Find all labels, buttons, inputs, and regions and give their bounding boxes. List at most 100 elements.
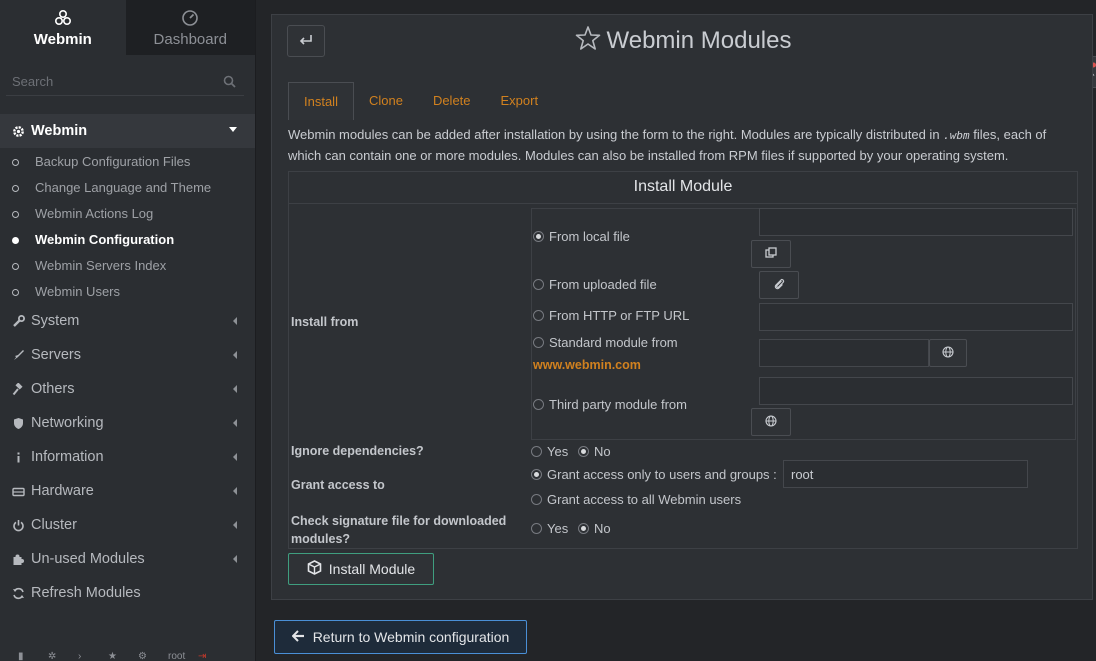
nav-category-label: Webmin — [31, 123, 88, 139]
gear-icon — [10, 123, 26, 139]
toolbar-star-icon[interactable]: ★ — [108, 651, 132, 661]
http-url-input[interactable] — [759, 303, 1073, 331]
chevron-left-icon — [233, 317, 237, 325]
webmin-com-link[interactable]: www.webmin.com — [533, 358, 641, 372]
back-button[interactable] — [287, 25, 325, 57]
search-input[interactable] — [6, 68, 244, 94]
gavel-icon — [10, 381, 26, 397]
tab-install[interactable]: Install — [288, 82, 354, 120]
third-party-browse-button[interactable] — [751, 408, 791, 436]
nav-category-unused-modules[interactable]: Un-used Modules — [0, 542, 255, 576]
sidebar-item-webmin-configuration[interactable]: Webmin Configuration — [0, 226, 255, 252]
radio-circle[interactable] — [578, 523, 589, 534]
nav-category-label: Hardware — [31, 483, 94, 499]
brand-tabs: Webmin Dashboard — [0, 0, 255, 55]
browse-local-file-button[interactable] — [751, 240, 791, 268]
radio-circle[interactable] — [531, 494, 542, 505]
star-icon[interactable] — [575, 25, 601, 60]
sidebar-item-backup-config[interactable]: Backup Configuration Files — [0, 148, 255, 174]
option-label: From HTTP or FTP URL — [549, 308, 690, 323]
wrench-icon — [10, 313, 26, 329]
radio-grant-all[interactable]: Grant access to all Webmin users — [531, 492, 741, 507]
radio-from-local-file[interactable]: From local file — [533, 229, 630, 244]
standard-module-browse-button[interactable] — [929, 339, 967, 367]
page-title-text: Webmin Modules — [606, 27, 792, 54]
radio-circle[interactable] — [533, 279, 544, 290]
tab-delete[interactable]: Delete — [418, 82, 486, 120]
toolbar-chart-icon[interactable]: ▮ — [18, 651, 42, 661]
radio-circle[interactable] — [578, 446, 589, 457]
nav-category-servers[interactable]: Servers — [0, 338, 255, 372]
shield-icon — [10, 415, 26, 431]
nav-category-hardware[interactable]: Hardware — [0, 474, 255, 508]
radio-standard-module[interactable]: Standard module from — [533, 335, 678, 350]
radio-from-http-url[interactable]: From HTTP or FTP URL — [533, 308, 689, 323]
toolbar-logout-icon[interactable]: ⇥ — [198, 651, 222, 661]
radio-circle[interactable] — [533, 399, 544, 410]
toolbar-user[interactable]: root — [168, 651, 192, 661]
paperclip-icon — [773, 277, 785, 293]
nav-refresh-modules[interactable]: Refresh Modules — [0, 576, 255, 610]
nav-category-information[interactable]: Information — [0, 440, 255, 474]
radio-check-sig-no[interactable]: No — [578, 521, 611, 536]
third-party-url-input[interactable] — [759, 377, 1073, 405]
radio-circle[interactable] — [531, 469, 542, 480]
radio-check-sig-yes[interactable]: Yes — [531, 521, 568, 536]
sidebar-item-servers-index[interactable]: Webmin Servers Index — [0, 252, 255, 278]
webmin-logo-icon — [53, 8, 73, 28]
install-source-box: From local file From uploaded file From … — [531, 208, 1076, 440]
nav-category-others[interactable]: Others — [0, 372, 255, 406]
option-label: Third party module from — [549, 397, 687, 412]
search-icon[interactable] — [223, 75, 236, 91]
grant-users-input[interactable] — [783, 460, 1028, 488]
standard-module-input[interactable] — [759, 339, 929, 367]
toolbar-terminal-icon[interactable]: › — [78, 651, 102, 661]
radio-third-party-module[interactable]: Third party module from — [533, 397, 687, 412]
tab-export[interactable]: Export — [486, 82, 554, 120]
option-label: Yes — [547, 444, 569, 459]
toolbar-gears-icon[interactable]: ⚙ — [138, 651, 162, 661]
local-file-input[interactable] — [759, 208, 1073, 236]
cube-icon — [307, 560, 322, 578]
tab-clone[interactable]: Clone — [354, 82, 418, 120]
hdd-icon — [10, 483, 26, 499]
nav-category-webmin[interactable]: Webmin — [0, 114, 255, 148]
radio-circle[interactable] — [533, 310, 544, 321]
option-label: From uploaded file — [549, 277, 657, 292]
description-code: .wbm — [943, 129, 970, 142]
sidebar-item-actions-log[interactable]: Webmin Actions Log — [0, 200, 255, 226]
sidebar-search — [6, 68, 244, 96]
nav-category-cluster[interactable]: Cluster — [0, 508, 255, 542]
nav-category-networking[interactable]: Networking — [0, 406, 255, 440]
tab-dashboard-label: Dashboard — [153, 30, 227, 48]
tab-webmin[interactable]: Webmin — [0, 0, 126, 55]
chevron-left-icon — [233, 487, 237, 495]
toolbar-settings-icon[interactable]: ✲ — [48, 651, 72, 661]
tab-webmin-label: Webmin — [33, 30, 92, 48]
radio-ignore-deps-yes[interactable]: Yes — [531, 444, 568, 459]
radio-ignore-deps-no[interactable]: No — [578, 444, 611, 459]
upload-file-button[interactable] — [759, 271, 799, 299]
sidebar-item-webmin-users[interactable]: Webmin Users — [0, 278, 255, 304]
install-module-button[interactable]: Install Module — [288, 553, 434, 585]
radio-circle[interactable] — [533, 231, 544, 242]
radio-circle[interactable] — [533, 337, 544, 348]
chevron-left-icon — [233, 385, 237, 393]
dashboard-icon — [180, 8, 200, 28]
radio-grant-only[interactable]: Grant access only to users and groups : — [531, 467, 777, 482]
chevron-left-icon — [233, 521, 237, 529]
nav-category-system[interactable]: System — [0, 304, 255, 338]
nav-category-label: Un-used Modules — [31, 551, 145, 567]
option-label: Standard module from — [549, 335, 678, 350]
nav-category-label: Servers — [31, 347, 81, 363]
form-header: Install Module — [289, 172, 1077, 204]
radio-circle[interactable] — [531, 446, 542, 457]
radio-circle[interactable] — [531, 523, 542, 534]
return-arrow-icon — [299, 34, 313, 49]
sidebar-item-change-language[interactable]: Change Language and Theme — [0, 174, 255, 200]
return-to-config-button[interactable]: Return to Webmin configuration — [274, 620, 527, 654]
tab-dashboard[interactable]: Dashboard — [125, 0, 255, 55]
page-title: Webmin Modules — [272, 25, 1094, 57]
radio-from-uploaded-file[interactable]: From uploaded file — [533, 277, 657, 292]
nav-category-label: Cluster — [31, 517, 77, 533]
